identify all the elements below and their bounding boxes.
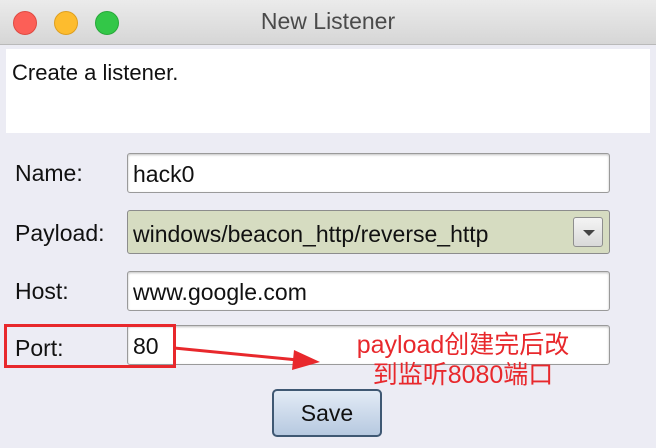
name-input-value: hack0 bbox=[133, 161, 195, 187]
save-button[interactable]: Save bbox=[272, 389, 382, 437]
payload-select-value: windows/beacon_http/reverse_http bbox=[133, 221, 489, 247]
annotation-highlight-box bbox=[4, 324, 176, 368]
host-label: Host: bbox=[15, 278, 69, 304]
host-input[interactable]: www.google.com bbox=[127, 271, 610, 311]
description-panel: Create a listener. bbox=[6, 49, 650, 133]
payload-select[interactable]: windows/beacon_http/reverse_http bbox=[127, 210, 610, 254]
new-listener-window: New Listener Create a listener. Name: ha… bbox=[0, 0, 656, 448]
annotation-line-2: 到监听8080端口 bbox=[372, 361, 554, 389]
description-text: Create a listener. bbox=[12, 60, 179, 85]
window-title: New Listener bbox=[260, 8, 396, 34]
payload-dropdown-button[interactable] bbox=[573, 217, 603, 247]
name-label: Name: bbox=[15, 160, 83, 186]
host-input-value: www.google.com bbox=[133, 279, 307, 305]
title-bar: New Listener bbox=[0, 0, 656, 45]
annotation-note: payload创建完后改 到监听8080端口 bbox=[318, 330, 608, 390]
payload-label: Payload: bbox=[15, 220, 105, 246]
name-input[interactable]: hack0 bbox=[127, 153, 610, 193]
chevron-down-icon bbox=[583, 230, 595, 236]
annotation-line-1: payload创建完后改 bbox=[356, 331, 570, 359]
annotation-arrow-icon bbox=[173, 346, 320, 370]
